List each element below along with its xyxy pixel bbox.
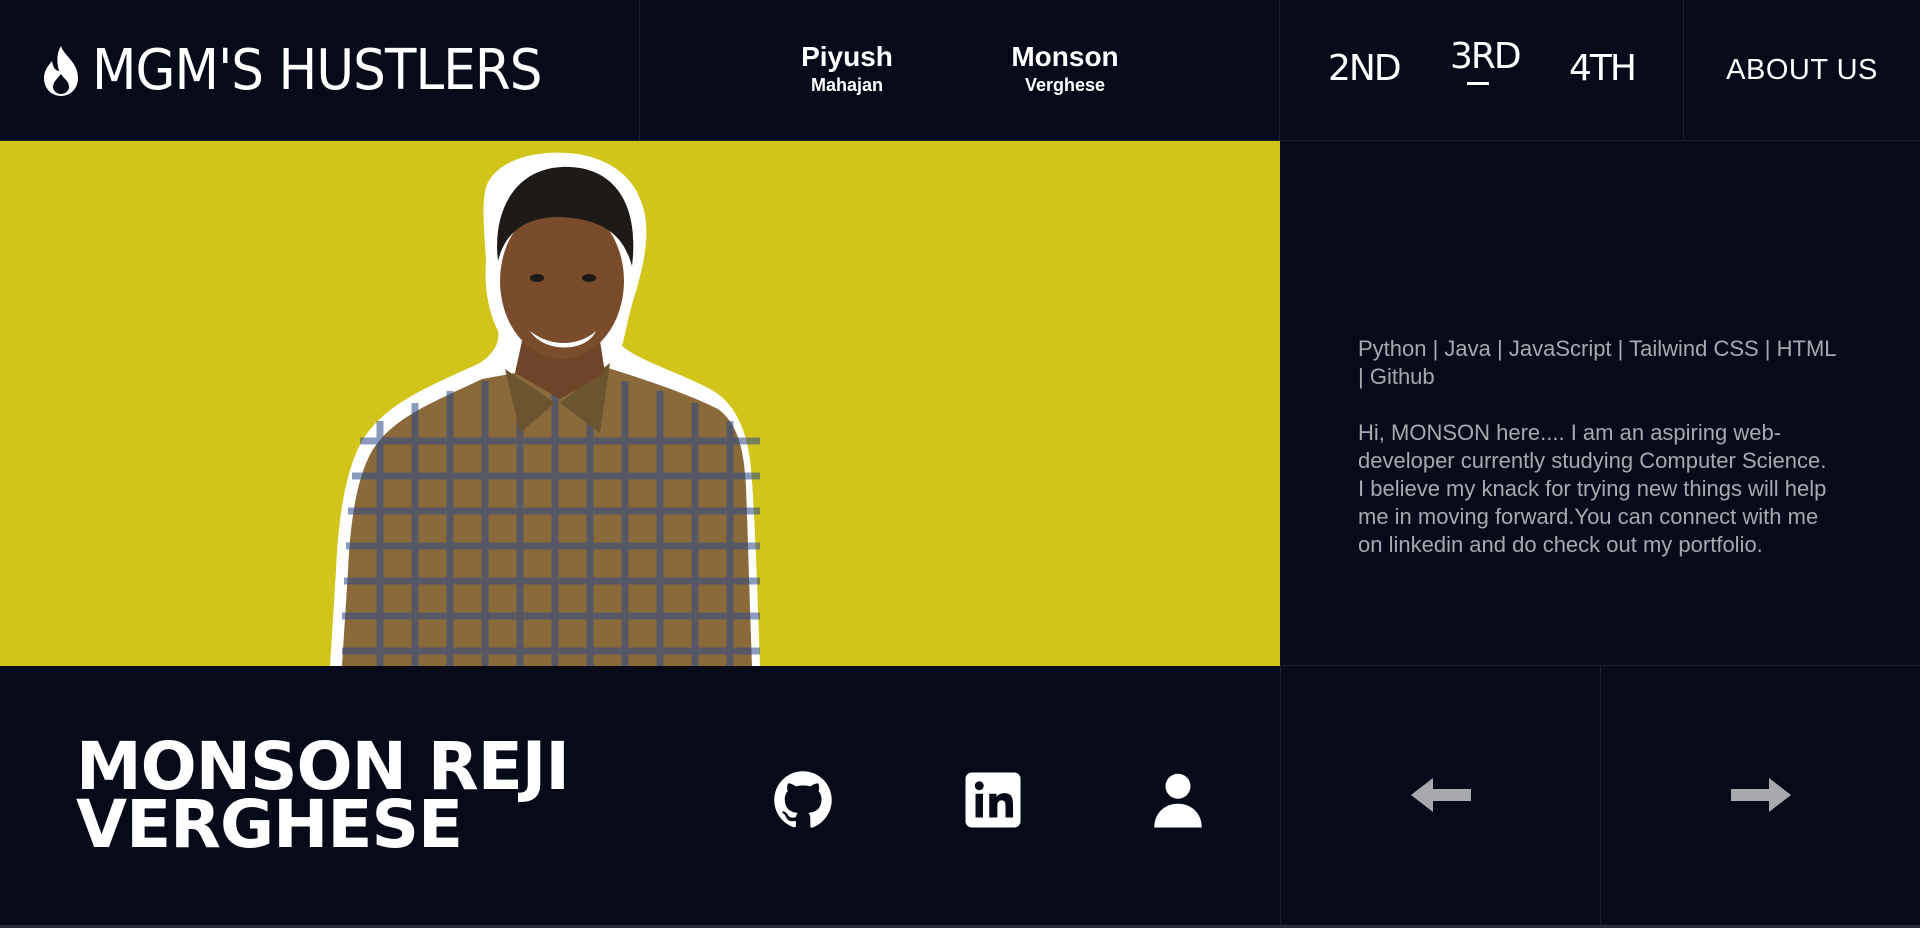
- github-icon[interactable]: [773, 770, 833, 830]
- prev-profile-cell: [1280, 666, 1600, 928]
- arrow-left-icon[interactable]: [1409, 775, 1473, 815]
- profile-info-panel: Python | Java | JavaScript | Tailwind CS…: [1280, 141, 1920, 666]
- skills-text: Python | Java | JavaScript | Tailwind CS…: [1358, 336, 1836, 389]
- brand-title: MGM'S HUSTLERS: [92, 38, 542, 103]
- bio-text: Hi, MONSON here.... I am an aspiring web…: [1358, 420, 1827, 557]
- year-link-3rd[interactable]: 3RD: [1450, 36, 1522, 85]
- arrow-right-icon[interactable]: [1729, 775, 1793, 815]
- year-nav: 2ND 3RD 4TH: [1280, 0, 1684, 141]
- flame-icon: [44, 45, 78, 96]
- member-last-name: Verghese: [1024, 75, 1106, 95]
- profile-text: Python | Java | JavaScript | Tailwind CS…: [1358, 335, 1838, 559]
- year-link-2nd[interactable]: 2ND: [1328, 48, 1402, 89]
- member-first-name: Monson: [1011, 41, 1119, 72]
- member-last-name: Mahajan: [810, 75, 884, 95]
- user-icon[interactable]: [1148, 770, 1208, 830]
- about-nav: ABOUT US: [1684, 0, 1920, 141]
- site-header: MGM'S HUSTLERS Piyush Mahajan Monson Ver…: [0, 0, 1920, 141]
- member-link-monson[interactable]: Monson Verghese: [985, 40, 1145, 96]
- profile-photo-panel: [0, 141, 1280, 666]
- profile-name: MONSON REJI VERGHESE: [76, 734, 570, 858]
- brand[interactable]: MGM'S HUSTLERS: [0, 0, 640, 141]
- linkedin-icon[interactable]: [963, 770, 1023, 830]
- about-us-link[interactable]: ABOUT US: [1726, 54, 1878, 87]
- profile-photo: [330, 152, 760, 666]
- members-nav: Piyush Mahajan Monson Verghese: [640, 0, 1280, 141]
- member-link-piyush[interactable]: Piyush Mahajan: [767, 40, 927, 96]
- next-profile-cell: [1600, 666, 1920, 928]
- member-first-name: Piyush: [801, 41, 893, 72]
- profile-footer: MONSON REJI VERGHESE: [0, 666, 1920, 928]
- year-link-4th[interactable]: 4TH: [1569, 48, 1637, 89]
